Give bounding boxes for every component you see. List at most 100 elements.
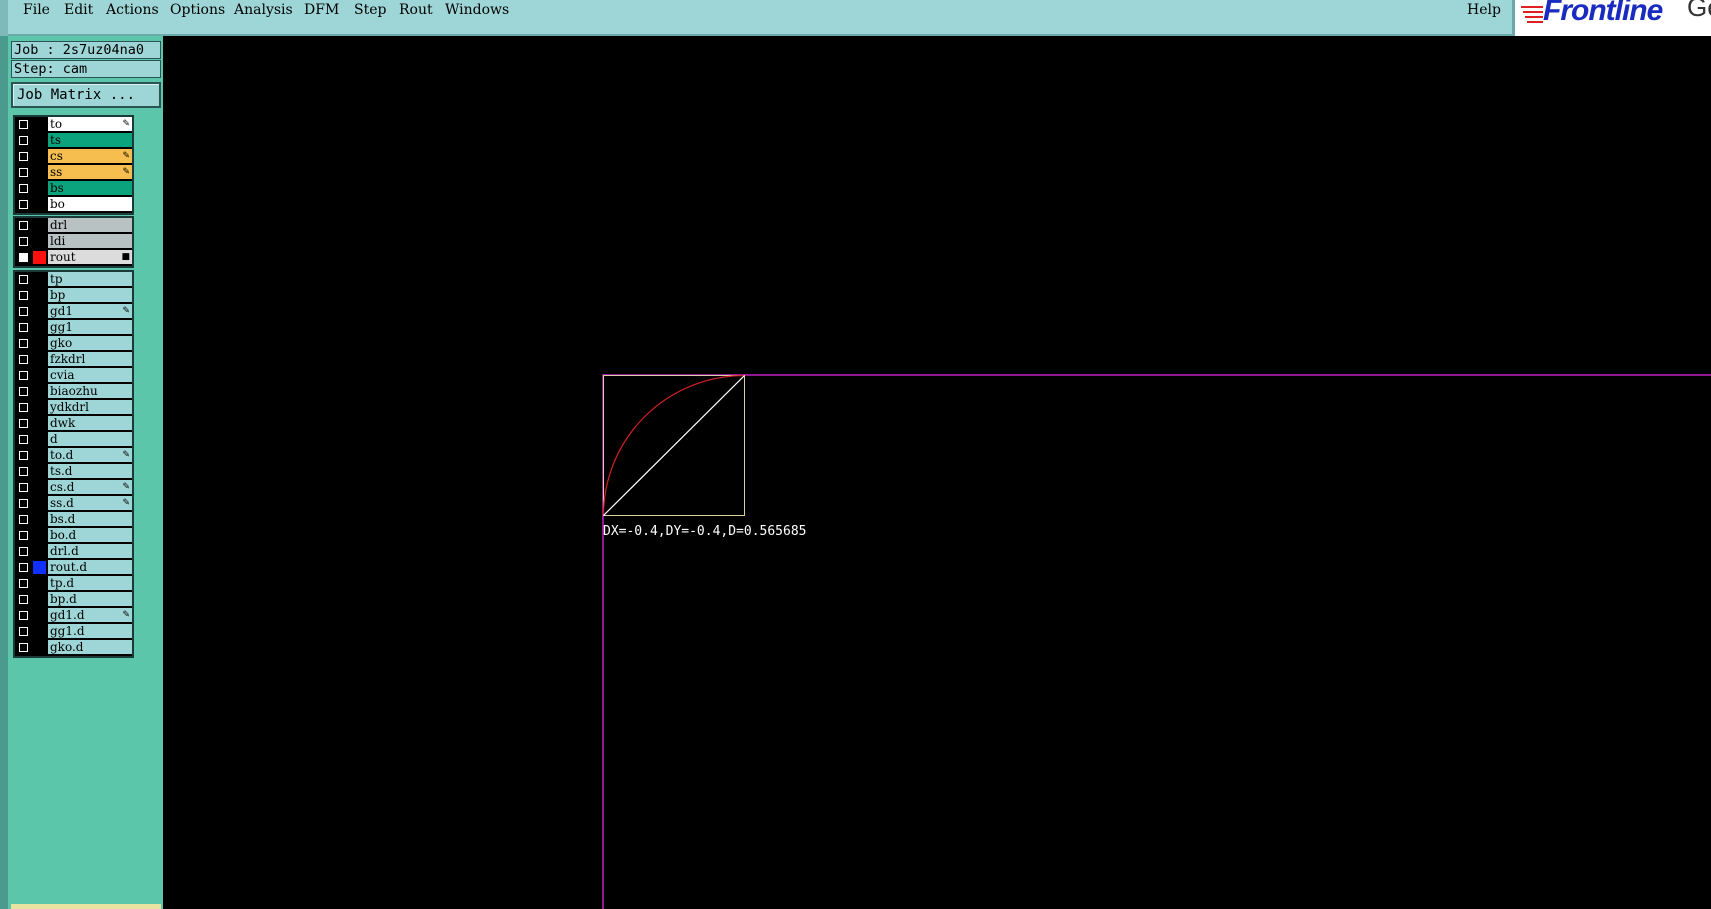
layer-color-swatch[interactable] <box>33 289 46 302</box>
layer-checkbox[interactable] <box>19 563 28 572</box>
layer-color-swatch[interactable] <box>33 235 46 248</box>
layer-color-swatch[interactable] <box>33 481 46 494</box>
layer-checkbox[interactable] <box>19 291 28 300</box>
job-matrix-button[interactable]: Job Matrix ... <box>11 82 161 108</box>
menu-help[interactable]: Help <box>1467 0 1501 20</box>
layer-name[interactable]: gko <box>48 336 132 351</box>
layer-checkbox[interactable] <box>19 403 28 412</box>
menu-windows[interactable]: Windows <box>445 0 509 20</box>
layer-checkbox[interactable] <box>19 307 28 316</box>
layer-name[interactable]: cvia <box>48 368 132 383</box>
layer-color-swatch[interactable] <box>33 337 46 350</box>
layer-checkbox[interactable] <box>19 237 28 246</box>
layer-name[interactable]: gg1 <box>48 320 132 335</box>
layer-color-swatch[interactable] <box>33 182 46 195</box>
layer-checkbox[interactable] <box>19 275 28 284</box>
layer-checkbox[interactable] <box>19 253 28 262</box>
layer-color-swatch[interactable] <box>33 417 46 430</box>
layer-row-d[interactable]: d <box>15 432 132 448</box>
layer-color-swatch[interactable] <box>33 401 46 414</box>
layer-name[interactable]: gd1 ✎ <box>48 304 132 319</box>
layer-name[interactable]: rout.d <box>48 560 132 575</box>
layer-row-biaozhu[interactable]: biaozhu <box>15 384 132 400</box>
layer-color-swatch[interactable] <box>33 561 46 574</box>
layer-checkbox[interactable] <box>19 643 28 652</box>
layer-row-ts[interactable]: ts <box>15 133 132 149</box>
layer-name[interactable]: bo <box>48 197 132 212</box>
layer-name[interactable]: ydkdrl <box>48 400 132 415</box>
layer-name[interactable]: gg1.d <box>48 624 132 639</box>
layer-name[interactable]: ss.d ✎ <box>48 496 132 511</box>
layer-row-ydkdrl[interactable]: ydkdrl <box>15 400 132 416</box>
layer-row-bs-d[interactable]: bs.d <box>15 512 132 528</box>
layer-row-bo[interactable]: bo <box>15 197 132 213</box>
menu-dfm[interactable]: DFM <box>304 0 339 20</box>
layer-name[interactable]: gd1.d ✎ <box>48 608 132 623</box>
menu-options[interactable]: Options <box>170 0 225 20</box>
menu-rout[interactable]: Rout <box>399 0 433 20</box>
layer-name[interactable]: ldi <box>48 234 132 249</box>
layer-checkbox[interactable] <box>19 515 28 524</box>
layer-name[interactable]: fzkdrl <box>48 352 132 367</box>
layer-color-swatch[interactable] <box>33 134 46 147</box>
menu-actions[interactable]: Actions <box>106 0 159 20</box>
menu-file[interactable]: File <box>23 0 50 20</box>
layer-checkbox[interactable] <box>19 419 28 428</box>
layer-row-rout-d[interactable]: rout.d <box>15 560 132 576</box>
layer-row-ts-d[interactable]: ts.d <box>15 464 132 480</box>
layer-color-swatch[interactable] <box>33 321 46 334</box>
layer-color-swatch[interactable] <box>33 219 46 232</box>
layer-row-fzkdrl[interactable]: fzkdrl <box>15 352 132 368</box>
layer-checkbox[interactable] <box>19 387 28 396</box>
layer-color-swatch[interactable] <box>33 118 46 131</box>
layer-name[interactable]: bo.d <box>48 528 132 543</box>
layer-row-tp-d[interactable]: tp.d <box>15 576 132 592</box>
layer-checkbox[interactable] <box>19 579 28 588</box>
layer-checkbox[interactable] <box>19 531 28 540</box>
layer-color-swatch[interactable] <box>33 305 46 318</box>
layer-name[interactable]: bp.d <box>48 592 132 607</box>
layer-checkbox[interactable] <box>19 451 28 460</box>
layer-checkbox[interactable] <box>19 627 28 636</box>
layer-name[interactable]: d <box>48 432 132 447</box>
layer-checkbox[interactable] <box>19 168 28 177</box>
layer-color-swatch[interactable] <box>33 273 46 286</box>
layer-color-swatch[interactable] <box>33 529 46 542</box>
layer-checkbox[interactable] <box>19 595 28 604</box>
layer-checkbox[interactable] <box>19 371 28 380</box>
layer-checkbox[interactable] <box>19 136 28 145</box>
layer-checkbox[interactable] <box>19 339 28 348</box>
layer-name[interactable]: ts <box>48 133 132 148</box>
layer-row-ss[interactable]: ss ✎ <box>15 165 132 181</box>
layer-color-swatch[interactable] <box>33 497 46 510</box>
layer-row-bs[interactable]: bs <box>15 181 132 197</box>
layer-name[interactable]: cs ✎ <box>48 149 132 164</box>
layer-row-gko[interactable]: gko <box>15 336 132 352</box>
layer-color-swatch[interactable] <box>33 385 46 398</box>
layer-row-ss-d[interactable]: ss.d ✎ <box>15 496 132 512</box>
layer-row-rout[interactable]: rout ■ <box>15 250 132 266</box>
layer-checkbox[interactable] <box>19 435 28 444</box>
layer-color-swatch[interactable] <box>33 513 46 526</box>
menu-step[interactable]: Step <box>354 0 386 20</box>
layer-name[interactable]: tp.d <box>48 576 132 591</box>
layer-color-swatch[interactable] <box>33 166 46 179</box>
layer-checkbox[interactable] <box>19 499 28 508</box>
layer-name[interactable]: tp <box>48 272 132 287</box>
layer-row-bp[interactable]: bp <box>15 288 132 304</box>
layer-name[interactable]: bp <box>48 288 132 303</box>
layer-row-bp-d[interactable]: bp.d <box>15 592 132 608</box>
layer-name[interactable]: drl.d <box>48 544 132 559</box>
layer-row-cs-d[interactable]: cs.d ✎ <box>15 480 132 496</box>
layer-color-swatch[interactable] <box>33 641 46 654</box>
layer-color-swatch[interactable] <box>33 593 46 606</box>
layer-row-cs[interactable]: cs ✎ <box>15 149 132 165</box>
layer-name[interactable]: biaozhu <box>48 384 132 399</box>
layer-name[interactable]: drl <box>48 218 132 233</box>
layer-row-drl[interactable]: drl <box>15 218 132 234</box>
layer-color-swatch[interactable] <box>33 625 46 638</box>
layer-row-to-d[interactable]: to.d ✎ <box>15 448 132 464</box>
layer-color-swatch[interactable] <box>33 465 46 478</box>
layer-checkbox[interactable] <box>19 221 28 230</box>
layer-checkbox[interactable] <box>19 467 28 476</box>
